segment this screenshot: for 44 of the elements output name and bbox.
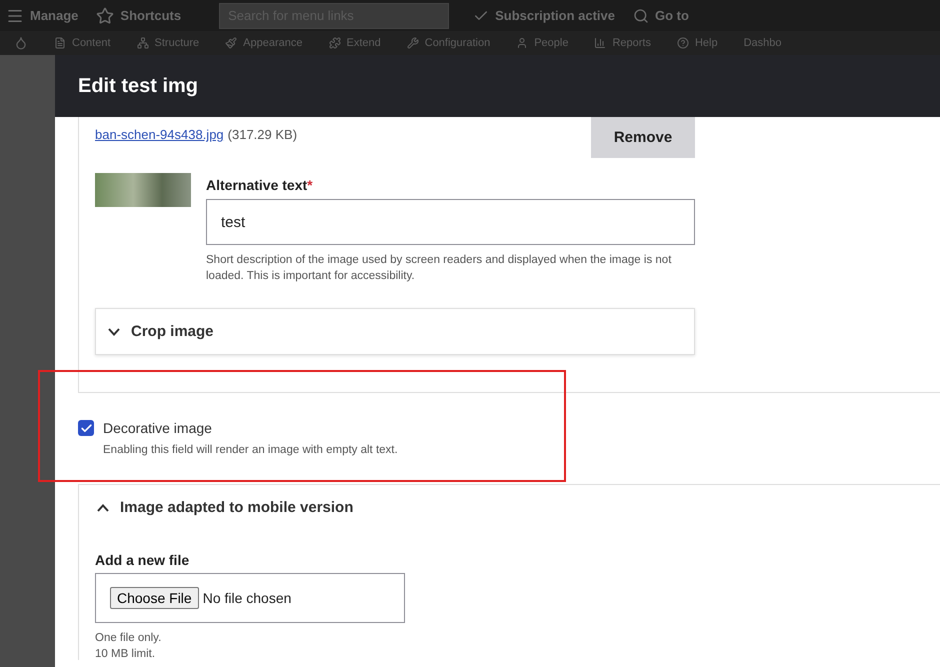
- remove-button[interactable]: Remove: [591, 117, 695, 158]
- appearance-icon: [225, 37, 238, 49]
- chevron-icon: [97, 504, 109, 512]
- dialog-title: Edit test img: [78, 74, 198, 98]
- admin-menu-link[interactable]: Structure: [154, 37, 200, 49]
- drop-icon[interactable]: [14, 36, 28, 50]
- field-description: Short description of the image used by screen readers and displayed when the image is not loaded. This is important for accessibility.: [206, 253, 672, 284]
- help-icon: [676, 37, 689, 49]
- reports-icon: [594, 37, 606, 49]
- toolbar-link[interactable]: Manage: [30, 8, 78, 23]
- admin-menu-link[interactable]: Help: [694, 37, 718, 49]
- mobile-summary[interactable]: Image adapted to mobile version: [95, 499, 354, 516]
- toolbar-link[interactable]: Go to: [655, 8, 689, 23]
- star-icon: [96, 6, 114, 24]
- admin-menu-link[interactable]: Reports: [612, 37, 651, 49]
- toolbar-link[interactable]: Shortcuts: [120, 8, 182, 23]
- choose-file-button[interactable]: Choose File: [110, 587, 199, 609]
- admin-menu-link[interactable]: Appearance: [243, 37, 302, 49]
- subscription-status: Subscription active: [495, 8, 615, 23]
- file-note: 10 MB limit.: [95, 648, 156, 660]
- add-file-label: Add a new file: [95, 552, 190, 568]
- file-note: One file only.: [95, 632, 162, 644]
- admin-menu-link[interactable]: People: [534, 37, 568, 49]
- checkbox-label: Decorative image: [103, 420, 212, 436]
- content-icon: [54, 37, 66, 49]
- checkbox[interactable]: [78, 420, 94, 436]
- admin-menu-link[interactable]: Dashbo: [744, 37, 782, 49]
- alt-text-field[interactable]: test: [206, 199, 695, 245]
- crop-summary[interactable]: Crop image: [108, 323, 214, 340]
- file-size: (317.29 KB): [228, 127, 298, 142]
- chevron-icon: [108, 328, 120, 336]
- config-icon: [406, 37, 419, 49]
- alt-text-label: Alternative text*: [206, 177, 314, 193]
- field-description: Enabling this field will render an image with empty alt text.: [103, 444, 399, 456]
- admin-menu-link[interactable]: Content: [72, 37, 111, 49]
- structure-icon: [136, 37, 149, 49]
- admin-menu-link[interactable]: Configuration: [424, 37, 490, 49]
- file-field[interactable]: Choose File No file chosen: [95, 573, 405, 623]
- people-icon: [516, 37, 528, 49]
- admin-menu-link[interactable]: Extend: [346, 37, 381, 49]
- file-link[interactable]: ban-schen-94s438.jpg: [95, 127, 224, 142]
- extend-icon: [328, 37, 340, 49]
- search-icon: [633, 8, 649, 24]
- file-status: No file chosen: [202, 590, 292, 606]
